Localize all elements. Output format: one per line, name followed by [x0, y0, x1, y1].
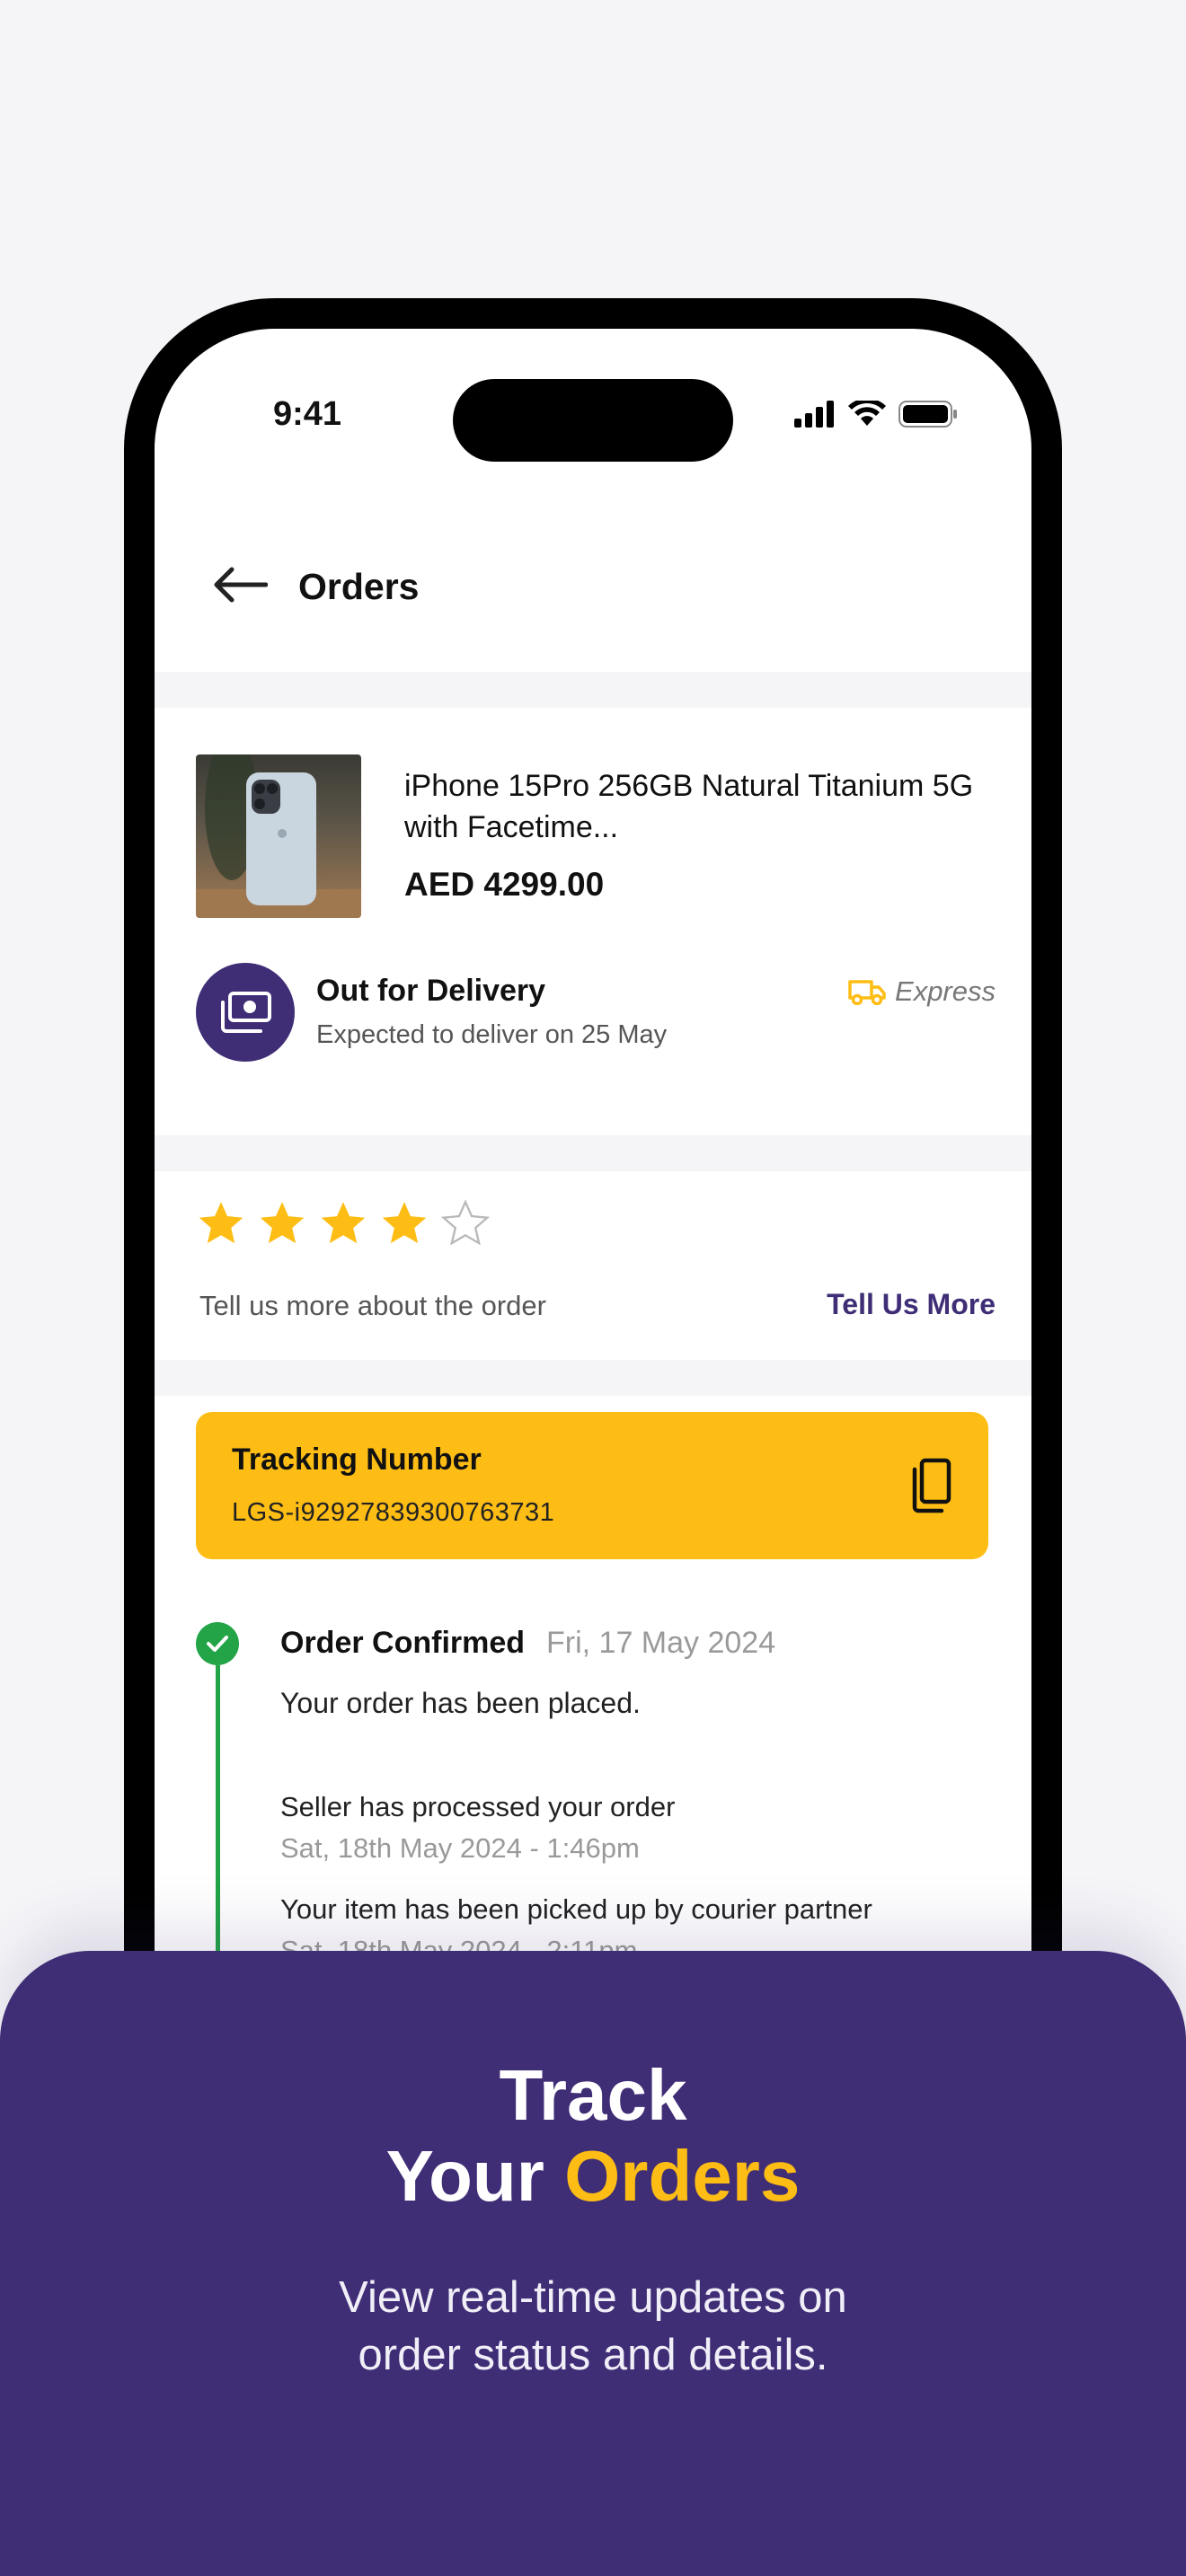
promo-panel: Track Your Orders View real-time updates…: [0, 1951, 1186, 2576]
tell-us-more-link[interactable]: Tell Us More: [827, 1288, 996, 1321]
timeline-event-title: Your item has been picked up by courier …: [280, 1893, 872, 1925]
copy-button[interactable]: [906, 1457, 956, 1514]
section-divider: [155, 672, 1031, 708]
tracking-number: LGS-i92927839300763731: [232, 1498, 555, 1527]
headline-line-2: Your Orders: [0, 2136, 1186, 2217]
section-divider: [155, 1135, 1031, 1171]
cash-delivery-icon: [196, 963, 295, 1062]
star-empty-icon[interactable]: [440, 1198, 491, 1248]
delivery-status-title: Out for Delivery: [316, 974, 546, 1008]
star-icon[interactable]: [196, 1198, 246, 1248]
page-title: Orders: [298, 566, 420, 607]
page-header: Orders: [155, 535, 1031, 634]
headline-line-1: Track: [499, 2055, 687, 2135]
back-arrow-icon: [214, 567, 268, 603]
timeline-title: Order Confirmed: [280, 1626, 526, 1660]
wifi-icon: [848, 401, 886, 426]
timeline-event-title: Seller has processed your order: [280, 1791, 676, 1822]
product-price: AED 4299.00: [404, 866, 605, 903]
shipping-type: Express: [848, 975, 996, 1008]
tracking-label: Tracking Number: [232, 1442, 482, 1477]
star-icon[interactable]: [379, 1198, 429, 1248]
tracking-card: Tracking Number LGS-i92927839300763731: [196, 1412, 988, 1559]
star-icon[interactable]: [318, 1198, 368, 1248]
product-image: [196, 754, 361, 918]
rating-prompt: Tell us more about the order: [199, 1290, 546, 1321]
section-divider: [155, 1360, 1031, 1396]
truck-icon: [848, 980, 886, 1005]
star-rating[interactable]: [196, 1198, 491, 1248]
timeline-description: Your order has been placed.: [280, 1687, 641, 1719]
delivery-expected-date: Expected to deliver on 25 May: [316, 1020, 668, 1049]
product-name: iPhone 15Pro 256GB Natural Titanium 5G w…: [404, 769, 974, 844]
battery-icon: [898, 401, 957, 428]
back-button[interactable]: [208, 560, 271, 609]
status-time: 9:41: [273, 395, 342, 433]
status-bar: 9:41: [155, 329, 1031, 462]
signal-icon: [794, 401, 834, 428]
copy-icon: [912, 1458, 951, 1513]
timeline-date: Fri, 17 May 2024: [546, 1626, 776, 1660]
delivery-status: Out for Delivery Expected to deliver on …: [196, 963, 996, 1063]
timeline-event-date: Sat, 18th May 2024 - 1:46pm: [280, 1832, 640, 1864]
subline-line-2: order status and details.: [358, 2331, 828, 2379]
dynamic-island: [453, 379, 733, 462]
shipping-type-label: Express: [895, 975, 996, 1007]
subline-line-1: View real-time updates on: [339, 2273, 847, 2322]
star-icon[interactable]: [257, 1198, 307, 1248]
promo-subline: View real-time updates on order status a…: [0, 2269, 1186, 2384]
rating-section: Tell us more about the order Tell Us Mor…: [196, 1198, 996, 1321]
system-icons: [794, 401, 958, 428]
promo-headline: Track Your Orders: [0, 2055, 1186, 2217]
check-icon: [196, 1622, 239, 1665]
headline-accent: Orders: [564, 2136, 801, 2216]
headline-part: Your: [385, 2136, 565, 2216]
